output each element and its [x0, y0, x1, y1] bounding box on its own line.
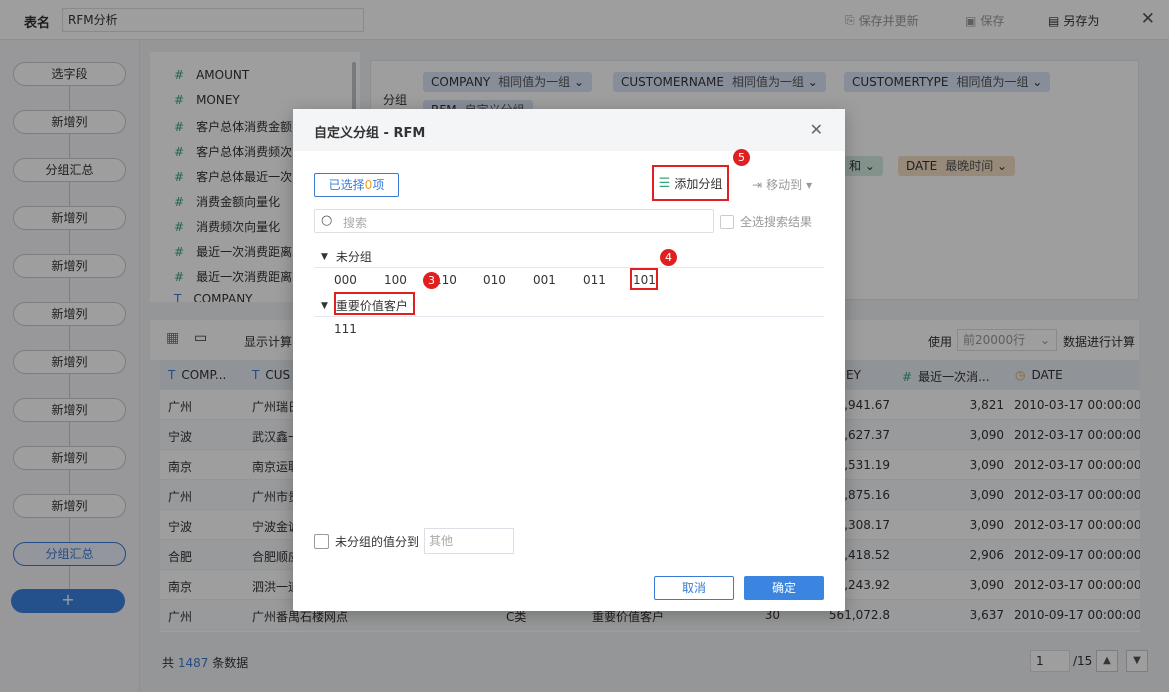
dialog-title: 自定义分组 - RFM	[314, 126, 426, 141]
value-item[interactable]: 010	[483, 273, 506, 287]
move-icon: ⇥	[752, 177, 763, 192]
value-item[interactable]: 111	[334, 322, 357, 336]
selected-count-button[interactable]: 已选择0项	[314, 173, 399, 197]
add-group-icon: ☰	[658, 175, 671, 191]
move-to-label: 移动到	[766, 178, 803, 192]
highlight-box-value	[630, 268, 658, 290]
add-group-label: 添加分组	[674, 176, 723, 191]
confirm-button[interactable]: 确定	[744, 576, 824, 600]
select-all-label: 全选搜索结果	[740, 215, 813, 229]
ungrouped-label: 未分组	[335, 250, 372, 264]
select-all-checkbox[interactable]	[720, 214, 734, 229]
custom-group-dialog: 自定义分组 - RFM ✕ 已选择0项 ☰ 添加分组 5 ⇥ 移动到 ▾ ○ 搜…	[293, 109, 845, 611]
value-item[interactable]: 001	[533, 273, 556, 287]
highlight-box-group	[334, 292, 415, 315]
step-badge-3: 3	[423, 272, 440, 289]
ungrouped-section-title[interactable]: ▼ 未分组	[321, 248, 372, 265]
search-icon: ○	[321, 213, 333, 228]
value-item[interactable]: 000	[334, 273, 357, 287]
dialog-header: 自定义分组 - RFM ✕	[293, 109, 845, 151]
other-group-input[interactable]: 其他	[424, 528, 514, 554]
close-icon[interactable]: ✕	[810, 120, 823, 139]
step-badge-5: 5	[733, 149, 750, 166]
value-item[interactable]: 011	[583, 273, 606, 287]
section-divider	[314, 316, 824, 317]
ungrouped-assign-option[interactable]: 未分组的值分到	[314, 533, 419, 550]
caret-down-icon: ▾	[806, 177, 813, 192]
ungrouped-assign-label: 未分组的值分到	[335, 535, 420, 549]
triangle-down-icon: ▼	[321, 251, 328, 262]
search-placeholder: 搜索	[343, 216, 368, 230]
move-to-button[interactable]: ⇥ 移动到 ▾	[752, 176, 812, 193]
select-all-results[interactable]: 全选搜索结果	[720, 213, 812, 230]
ungrouped-assign-checkbox[interactable]	[314, 534, 329, 549]
step-badge-4: 4	[660, 249, 677, 266]
section-divider	[314, 267, 824, 268]
search-input[interactable]: ○ 搜索	[314, 209, 714, 233]
add-group-button[interactable]: ☰ 添加分组	[652, 165, 729, 201]
triangle-down-icon: ▼	[321, 300, 328, 311]
cancel-button[interactable]: 取消	[654, 576, 734, 600]
value-item[interactable]: 100	[384, 273, 407, 287]
